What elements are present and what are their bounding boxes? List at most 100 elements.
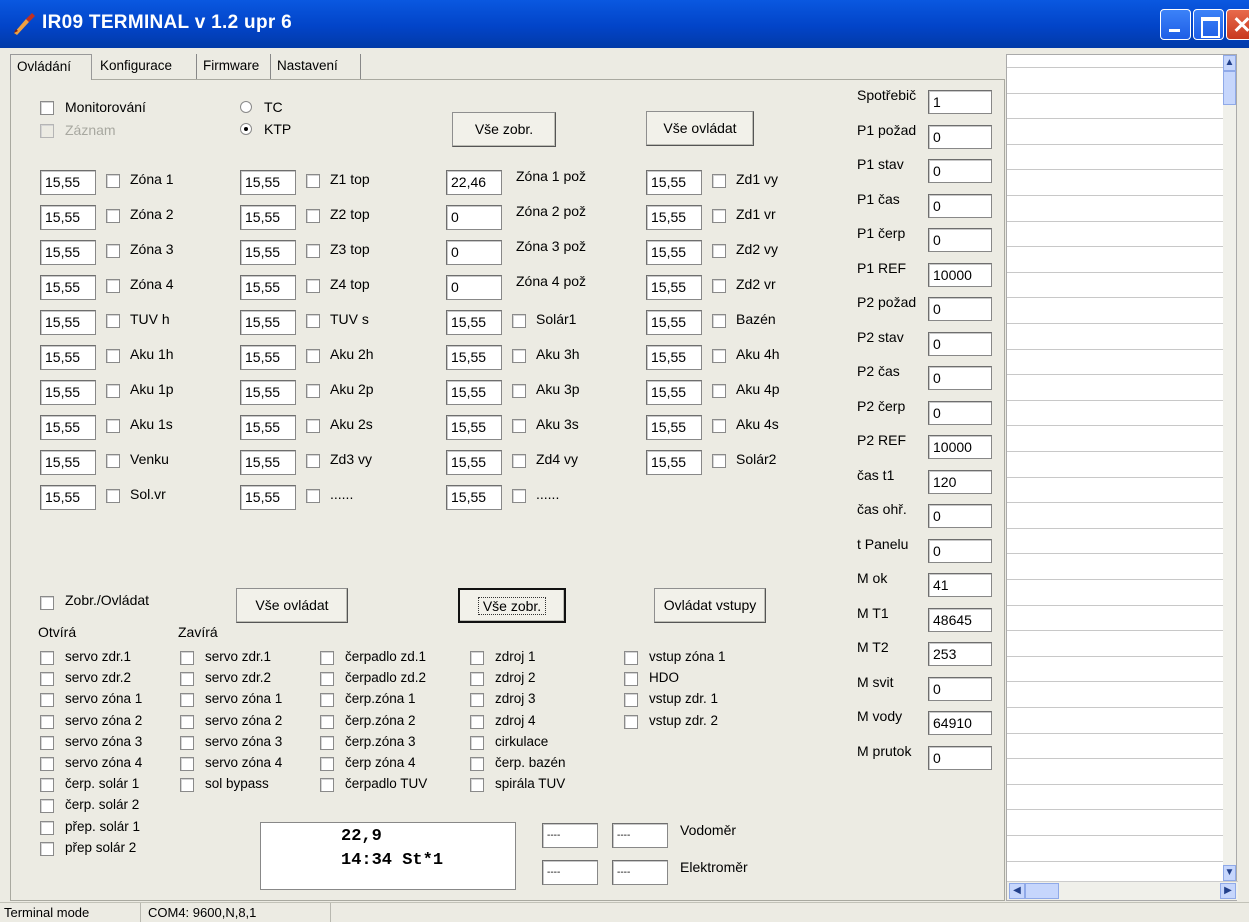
control-checkbox[interactable] bbox=[470, 757, 484, 771]
sensor-checkbox[interactable] bbox=[106, 279, 120, 293]
sensor-checkbox[interactable] bbox=[306, 174, 320, 188]
sensor-value-field[interactable]: 15,55 bbox=[240, 345, 296, 370]
control-checkbox[interactable] bbox=[470, 693, 484, 708]
control-checkbox[interactable] bbox=[180, 672, 194, 687]
parameter-field[interactable]: 253 bbox=[928, 642, 992, 666]
parameter-field[interactable]: 64910 bbox=[928, 711, 992, 735]
sensor-value-field[interactable]: 15,55 bbox=[646, 415, 702, 440]
sensor-value-field[interactable]: 15,55 bbox=[40, 240, 96, 265]
title-bar[interactable]: IR09 TERMINAL v 1.2 upr 6 bbox=[0, 0, 1249, 48]
control-checkbox[interactable] bbox=[180, 693, 194, 708]
control-checkbox[interactable] bbox=[40, 714, 54, 729]
sensor-checkbox[interactable] bbox=[512, 349, 526, 363]
sensor-checkbox[interactable] bbox=[306, 489, 320, 503]
parameter-field[interactable]: 0 bbox=[928, 745, 992, 770]
sensor-value-field[interactable]: 15,55 bbox=[240, 205, 296, 230]
sensor-checkbox[interactable] bbox=[712, 244, 726, 258]
control-checkbox[interactable] bbox=[180, 757, 194, 771]
sensor-value-field[interactable]: 22,46 bbox=[446, 170, 502, 195]
radio-tc[interactable] bbox=[240, 101, 252, 113]
parameter-field[interactable]: 0 bbox=[928, 400, 992, 425]
parameter-field[interactable]: 10000 bbox=[928, 435, 992, 459]
sensor-value-field[interactable]: 0 bbox=[446, 205, 502, 230]
control-checkbox[interactable] bbox=[320, 757, 334, 771]
scroll-left-icon[interactable]: ◀ bbox=[1009, 883, 1025, 899]
control-checkbox[interactable] bbox=[470, 778, 484, 793]
sensor-value-field[interactable]: 15,55 bbox=[40, 380, 96, 405]
sensor-value-field[interactable]: 15,55 bbox=[40, 485, 96, 510]
control-checkbox[interactable] bbox=[180, 778, 194, 793]
sensor-value-field[interactable]: 15,55 bbox=[40, 345, 96, 370]
control-checkbox[interactable] bbox=[40, 820, 54, 835]
sensor-checkbox[interactable] bbox=[306, 349, 320, 363]
control-checkbox[interactable] bbox=[40, 693, 54, 708]
sensor-checkbox[interactable] bbox=[712, 384, 726, 398]
sensor-value-field[interactable]: 15,55 bbox=[446, 310, 502, 335]
control-all-button-bottom[interactable]: Vše ovládat bbox=[236, 588, 348, 623]
sensor-value-field[interactable]: 15,55 bbox=[240, 450, 296, 475]
tab-ovladani[interactable]: Ovládání bbox=[10, 54, 92, 80]
sensor-value-field[interactable]: 15,55 bbox=[40, 450, 96, 475]
control-checkbox[interactable] bbox=[180, 651, 194, 665]
control-checkbox[interactable] bbox=[40, 841, 54, 856]
sensor-value-field[interactable]: 15,55 bbox=[646, 380, 702, 405]
parameter-field[interactable]: 0 bbox=[928, 124, 992, 149]
control-checkbox[interactable] bbox=[40, 672, 54, 687]
water-meter-field-1[interactable]: ---- bbox=[542, 823, 598, 848]
control-checkbox[interactable] bbox=[470, 651, 484, 665]
sensor-checkbox[interactable] bbox=[512, 384, 526, 398]
sensor-value-field[interactable]: 15,55 bbox=[446, 380, 502, 405]
sensor-checkbox[interactable] bbox=[306, 384, 320, 398]
control-checkbox[interactable] bbox=[320, 672, 334, 687]
parameter-field[interactable]: 10000 bbox=[928, 262, 992, 287]
control-checkbox[interactable] bbox=[470, 714, 484, 729]
monitor-checkbox[interactable] bbox=[40, 101, 54, 115]
sensor-checkbox[interactable] bbox=[306, 419, 320, 433]
horizontal-scrollbar[interactable]: ◀ ▶ bbox=[1007, 881, 1238, 900]
control-checkbox[interactable] bbox=[470, 735, 484, 750]
sensor-value-field[interactable]: 0 bbox=[446, 275, 502, 300]
sensor-checkbox[interactable] bbox=[106, 174, 120, 188]
close-button[interactable] bbox=[1226, 9, 1249, 40]
parameter-field[interactable]: 41 bbox=[928, 573, 992, 597]
control-checkbox[interactable] bbox=[624, 672, 638, 687]
parameter-field[interactable]: 1 bbox=[928, 90, 992, 114]
sensor-value-field[interactable]: 15,55 bbox=[40, 205, 96, 230]
parameter-field[interactable]: 48645 bbox=[928, 607, 992, 632]
control-checkbox[interactable] bbox=[320, 735, 334, 750]
sensor-checkbox[interactable] bbox=[712, 419, 726, 433]
control-inputs-button[interactable]: Ovládat vstupy bbox=[654, 588, 766, 623]
scroll-up-icon[interactable]: ▲ bbox=[1223, 55, 1236, 71]
sensor-checkbox[interactable] bbox=[512, 419, 526, 433]
sensor-value-field[interactable]: 15,55 bbox=[240, 380, 296, 405]
sensor-value-field[interactable]: 15,55 bbox=[646, 240, 702, 265]
sensor-checkbox[interactable] bbox=[512, 314, 526, 328]
sensor-checkbox[interactable] bbox=[712, 349, 726, 363]
sensor-checkbox[interactable] bbox=[106, 454, 120, 468]
sensor-checkbox[interactable] bbox=[306, 244, 320, 258]
sensor-checkbox[interactable] bbox=[106, 244, 120, 258]
scroll-thumb[interactable] bbox=[1223, 71, 1236, 105]
control-checkbox[interactable] bbox=[320, 778, 334, 793]
sensor-value-field[interactable]: 15,55 bbox=[446, 485, 502, 510]
control-checkbox[interactable] bbox=[470, 672, 484, 687]
sensor-checkbox[interactable] bbox=[106, 314, 120, 328]
sensor-value-field[interactable]: 15,55 bbox=[646, 310, 702, 335]
sensor-value-field[interactable]: 15,55 bbox=[446, 415, 502, 440]
sensor-value-field[interactable]: 0 bbox=[446, 240, 502, 265]
parameter-field[interactable]: 120 bbox=[928, 469, 992, 494]
sensor-value-field[interactable]: 15,55 bbox=[646, 205, 702, 230]
control-checkbox[interactable] bbox=[624, 651, 638, 665]
sensor-value-field[interactable]: 15,55 bbox=[40, 415, 96, 440]
sensor-checkbox[interactable] bbox=[306, 279, 320, 293]
show-all-button-bottom[interactable]: Vše zobr. bbox=[458, 588, 566, 623]
control-checkbox[interactable] bbox=[40, 651, 54, 665]
sensor-value-field[interactable]: 15,55 bbox=[646, 345, 702, 370]
sensor-value-field[interactable]: 15,55 bbox=[240, 415, 296, 440]
sensor-value-field[interactable]: 15,55 bbox=[646, 275, 702, 300]
scroll-down-icon[interactable]: ▼ bbox=[1223, 865, 1236, 881]
display-control-toggle-checkbox[interactable] bbox=[40, 596, 54, 610]
control-checkbox[interactable] bbox=[320, 693, 334, 708]
sensor-checkbox[interactable] bbox=[106, 209, 120, 223]
sensor-checkbox[interactable] bbox=[106, 349, 120, 363]
